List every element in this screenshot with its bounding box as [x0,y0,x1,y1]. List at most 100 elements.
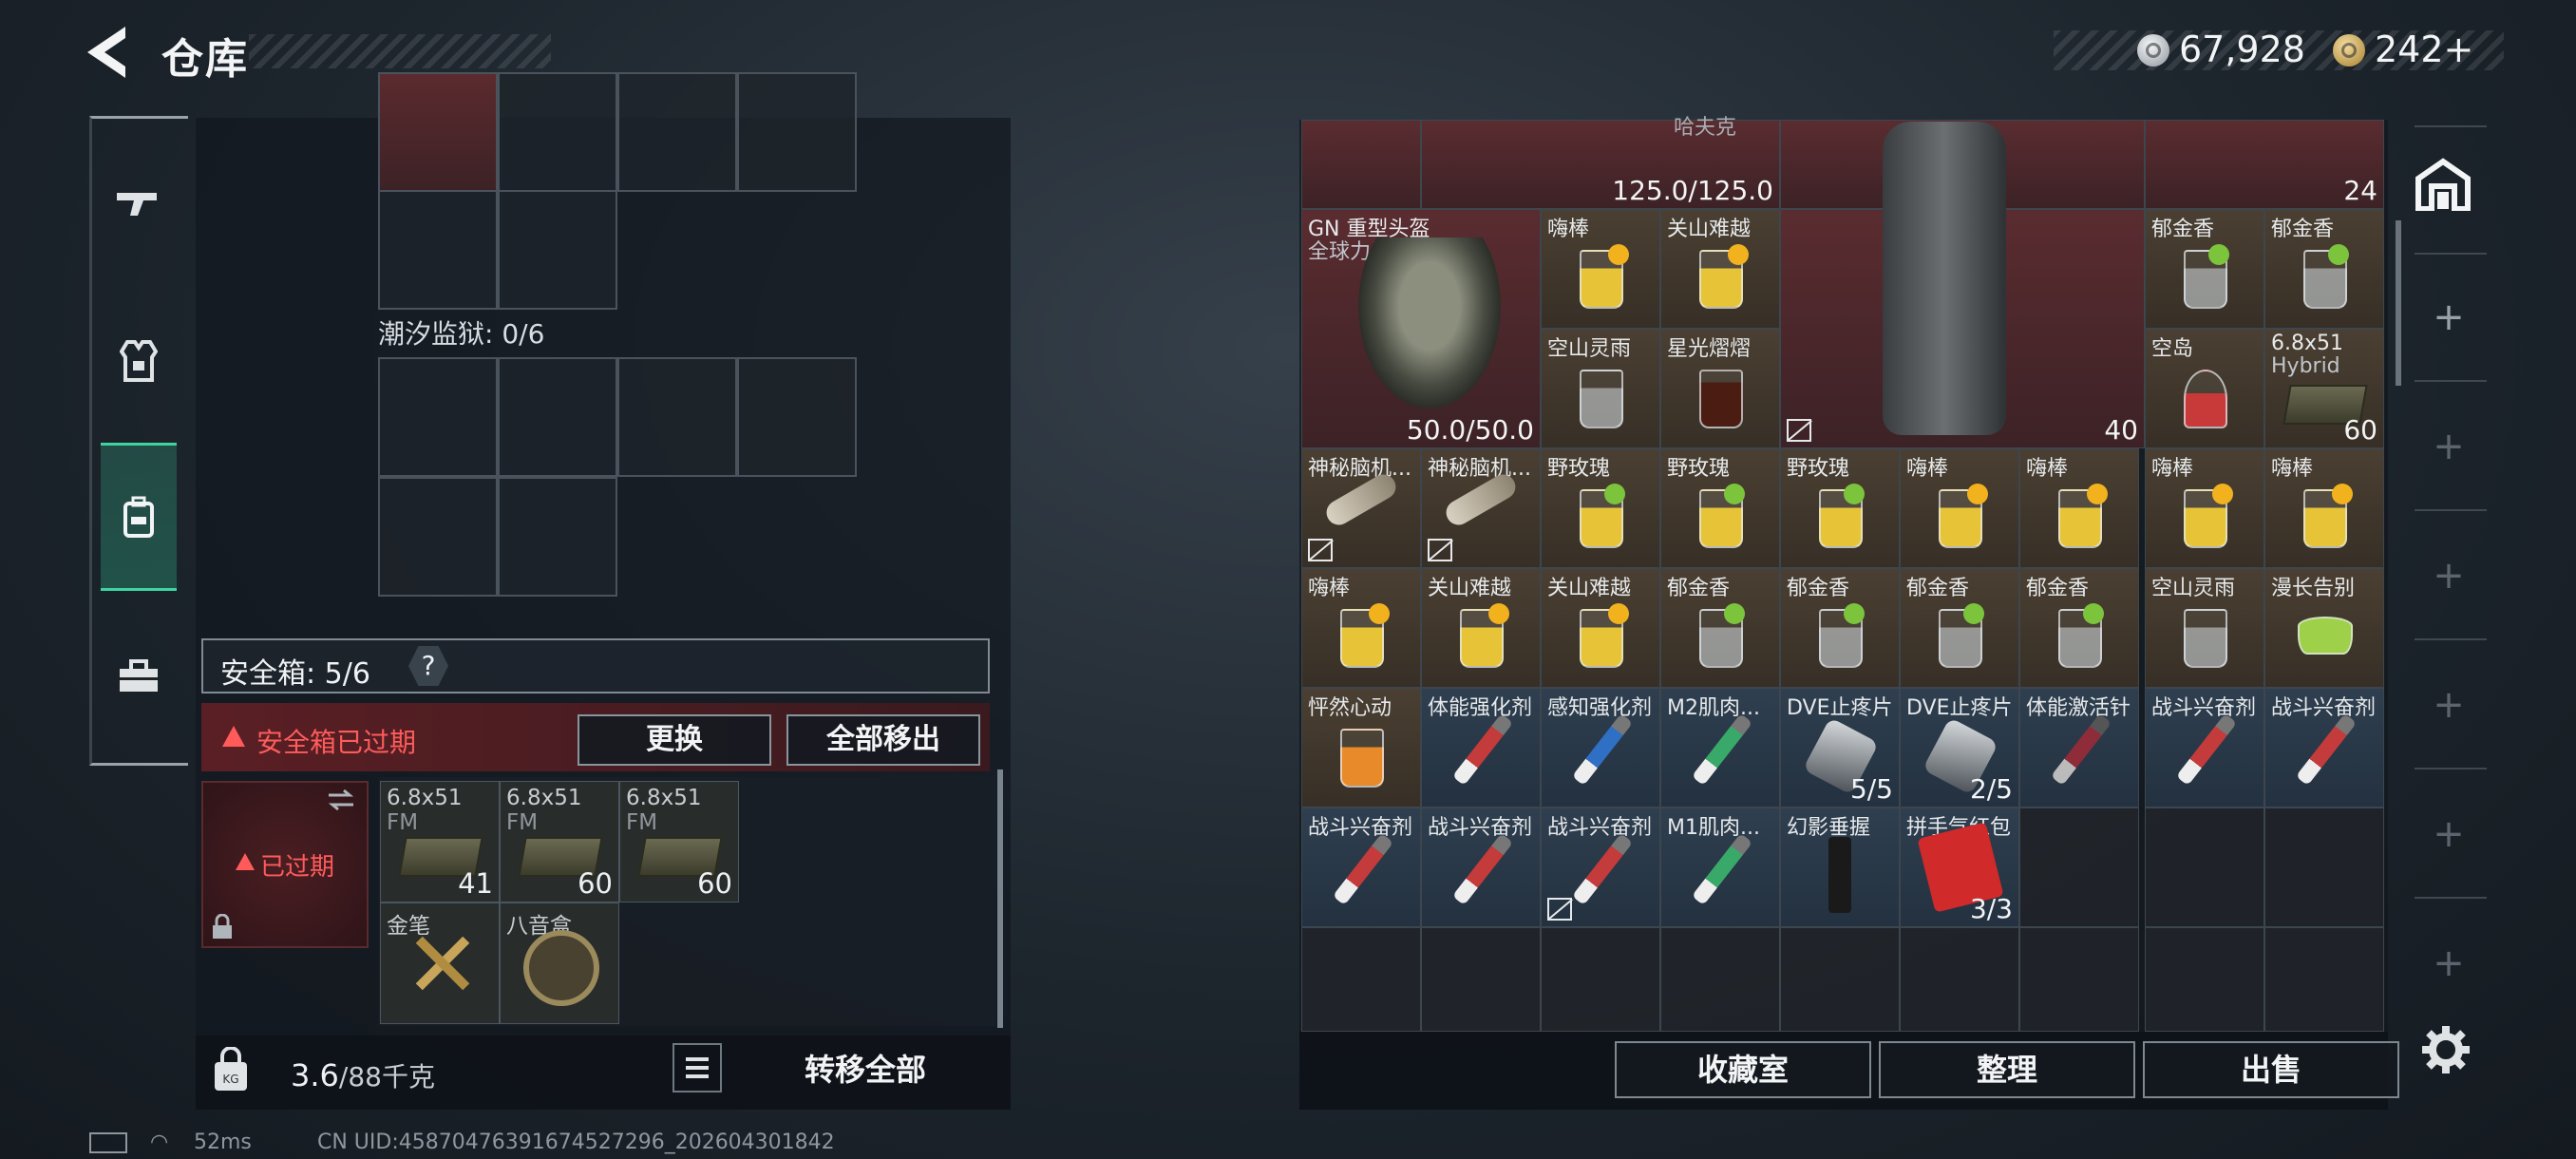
divider [2415,897,2487,899]
swap-icon[interactable] [327,788,355,811]
drink-icon [2184,609,2227,668]
empty-slot[interactable] [2019,808,2139,927]
backpack-slot[interactable] [378,190,498,310]
item-ammo[interactable]: 6.8x51 FM 60 [500,781,619,902]
replace-button[interactable]: 更换 [578,714,771,766]
item-music-box[interactable]: 八音盒 [500,902,619,1024]
item-injector[interactable]: 战斗兴奋剂 [2145,688,2264,808]
item-injector[interactable]: 体能强化剂 [1421,688,1541,808]
list-icon[interactable] [672,1043,722,1092]
item-drink[interactable]: 郁金香 [2264,209,2384,329]
item-painkiller[interactable]: DVE止疼片 2/5 [1900,688,2019,808]
backpack-slot[interactable] [737,72,857,192]
back-arrow-icon[interactable] [84,23,135,82]
pocket-slot[interactable] [378,477,498,597]
item-red-packet[interactable]: 拼手气红包3/3 [1900,808,2019,927]
sell-button[interactable]: 出售 [2143,1041,2399,1098]
pocket-slot[interactable] [498,357,617,477]
empty-slot[interactable] [1900,927,2019,1032]
empty-slot[interactable] [1421,927,1541,1032]
item-painkiller[interactable]: DVE止疼片 5/5 [1780,688,1900,808]
warehouse-icon[interactable] [2415,158,2472,212]
item-drink[interactable]: 郁金香 [1780,568,1900,688]
item-drink[interactable]: 星光熠熠 [1660,329,1780,448]
item-drink[interactable]: 空岛 [2145,329,2264,448]
empty-slot[interactable] [2145,927,2264,1032]
plus-icon[interactable]: + [2426,940,2472,986]
plus-icon[interactable]: + [2426,682,2472,728]
item-drink[interactable]: 郁金香 [1900,568,2019,688]
item-drink[interactable]: 关山难越 [1421,568,1541,688]
pocket-slot[interactable] [378,357,498,477]
item-ammo[interactable]: 6.8x51 FM 41 [380,781,500,902]
item-drink[interactable]: 嗨棒 [1900,448,2019,568]
item-drink[interactable]: 嗨棒 [2145,448,2264,568]
item-ammo[interactable]: 6.8x51 FM 60 [619,781,739,902]
item-drink[interactable]: 嗨棒 [1541,209,1660,329]
item-grip[interactable]: 幻影垂握 [1780,808,1900,927]
item-injector[interactable]: 战斗兴奋剂 [1421,808,1541,927]
item-drink[interactable]: 漫长告别 [2264,568,2384,688]
item-injector[interactable]: M2肌肉... [1660,688,1780,808]
gear-icon[interactable] [2420,1024,2472,1075]
toolbox-icon[interactable] [104,642,173,711]
backpack-slot[interactable] [617,72,737,192]
item-brain-chip[interactable]: 神秘脑机... [1421,448,1541,568]
empty-slot[interactable] [2019,927,2139,1032]
lock-icon [213,914,232,939]
item-drink[interactable]: 空山灵雨 [1541,329,1660,448]
item-injector[interactable]: 战斗兴奋剂 [2264,688,2384,808]
scrollbar[interactable] [997,770,1003,1028]
item-drink[interactable]: 嗨棒 [2019,448,2139,568]
transfer-all-button[interactable]: 转移全部 [737,1043,994,1096]
item-drink[interactable]: 郁金香 [1660,568,1780,688]
item-drink[interactable]: 郁金香 [2145,209,2264,329]
item-drink[interactable]: 关山难越 [1660,209,1780,329]
page-title: 仓库 [161,35,249,84]
pocket-slot[interactable] [737,357,857,477]
item-drink[interactable]: 野玫瑰 [1660,448,1780,568]
item-cell[interactable] [1301,120,1421,209]
token-balance[interactable]: 242+ [2375,28,2473,70]
item-drink[interactable]: 空山灵雨 [2145,568,2264,688]
empty-slot[interactable] [2264,927,2384,1032]
empty-slot[interactable] [1780,927,1900,1032]
plus-icon[interactable]: + [2426,811,2472,857]
backpack-slot[interactable] [498,190,617,310]
backpack-icon[interactable] [104,483,173,551]
plus-icon[interactable]: + [2426,424,2472,469]
item-drink[interactable]: 关山难越 [1541,568,1660,688]
item-injector[interactable]: M1肌肉... [1660,808,1780,927]
item-injector[interactable]: 战斗兴奋剂 [1301,808,1421,927]
empty-slot[interactable] [1301,927,1421,1032]
sort-button[interactable]: 整理 [1879,1041,2135,1098]
item-injector[interactable]: 感知强化剂 [1541,688,1660,808]
empty-slot[interactable] [2264,808,2384,927]
item-injector[interactable]: 体能激活针 [2019,688,2139,808]
item-drink[interactable]: 怦然心动 [1301,688,1421,808]
item-ammo[interactable]: 6.8x51 Hybrid 60 [2264,329,2384,448]
item-ammo-stack[interactable]: 24 [2145,120,2384,209]
item-drink[interactable]: 野玫瑰 [1780,448,1900,568]
item-drink[interactable]: 嗨棒 [2264,448,2384,568]
backpack-slot[interactable] [378,72,498,192]
scrollbar[interactable] [2396,220,2401,386]
plus-icon[interactable]: + [2426,553,2472,598]
item-drink[interactable]: 野玫瑰 [1541,448,1660,568]
rifle-icon[interactable] [104,169,173,238]
move-all-out-button[interactable]: 全部移出 [786,714,980,766]
plus-icon[interactable]: + [2426,294,2472,340]
item-gold-pen[interactable]: 金笔 [380,902,500,1024]
item-injector[interactable]: 战斗兴奋剂 [1541,808,1660,927]
empty-slot[interactable] [1660,927,1780,1032]
item-drink[interactable]: 郁金香 [2019,568,2139,688]
empty-slot[interactable] [2145,808,2264,927]
collection-room-button[interactable]: 收藏室 [1615,1041,1871,1098]
item-brain-chip[interactable]: 神秘脑机... [1301,448,1421,568]
pocket-slot[interactable] [498,477,617,597]
item-drink[interactable]: 嗨棒 [1301,568,1421,688]
armor-icon[interactable] [104,327,173,395]
backpack-slot[interactable] [498,72,617,192]
pocket-slot[interactable] [617,357,737,477]
empty-slot[interactable] [1541,927,1660,1032]
